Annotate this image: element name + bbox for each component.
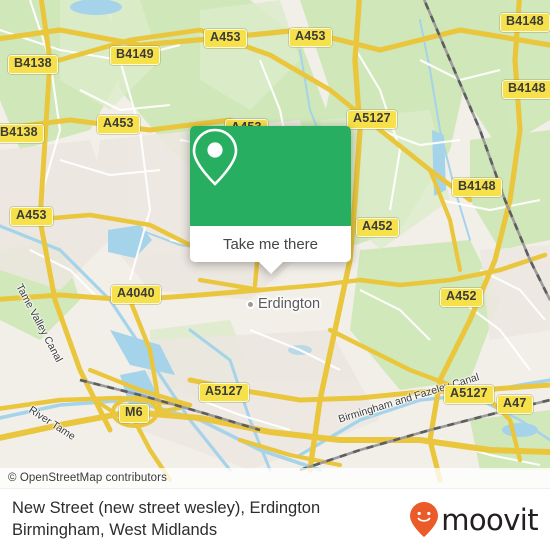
road-shield-a452[interactable]: A452 (356, 218, 399, 237)
callout-header (190, 126, 351, 226)
road-shield-b4138[interactable]: B4138 (0, 124, 44, 143)
road-shield-b4148[interactable]: B4148 (500, 13, 550, 32)
footer-bar: New Street (new street wesley), Erdingto… (0, 488, 550, 550)
road-shield-b4148[interactable]: B4148 (502, 80, 550, 99)
road-shield-a5127[interactable]: A5127 (199, 383, 249, 402)
place-label-erdington: Erdington (258, 296, 321, 312)
map-attribution: © OpenStreetMap contributors (0, 468, 550, 488)
road-shield-a453[interactable]: A453 (204, 29, 247, 48)
take-me-there-button[interactable]: Take me there (190, 226, 351, 262)
road-shield-a5127[interactable]: A5127 (444, 385, 494, 404)
moovit-wordmark: moovit (441, 502, 538, 537)
moovit-logo[interactable]: moovit (409, 501, 539, 539)
road-shield-a453[interactable]: A453 (10, 207, 53, 226)
place-marker-dot (246, 300, 255, 309)
road-shield-a452[interactable]: A452 (440, 288, 483, 307)
location-title: New Street (new street wesley), Erdingto… (12, 498, 409, 542)
location-title-line2: Birmingham, West Midlands (12, 520, 218, 539)
road-shield-b4149[interactable]: B4149 (110, 46, 160, 65)
road-shield-a5127[interactable]: A5127 (347, 110, 397, 129)
callout-pointer-tail (257, 261, 284, 274)
road-shield-b4148[interactable]: B4148 (452, 178, 502, 197)
location-callout-card[interactable]: Take me there (190, 126, 351, 274)
road-shield-b4138[interactable]: B4138 (8, 55, 58, 74)
map-canvas[interactable]: Erdington Tame Valley Canal River Tame B… (0, 0, 550, 488)
moovit-pin-logo-icon (410, 501, 439, 537)
screenshot-root: Erdington Tame Valley Canal River Tame B… (0, 0, 550, 550)
road-shield-a47[interactable]: A47 (497, 395, 533, 414)
road-shield-a4040[interactable]: A4040 (111, 285, 161, 304)
road-shield-a453[interactable]: A453 (97, 115, 140, 134)
road-shield-m6[interactable]: M6 (119, 404, 149, 423)
map-pin-icon (192, 128, 238, 186)
road-shield-a453[interactable]: A453 (289, 28, 332, 47)
location-title-line1: New Street (new street wesley), Erdingto… (12, 498, 321, 517)
